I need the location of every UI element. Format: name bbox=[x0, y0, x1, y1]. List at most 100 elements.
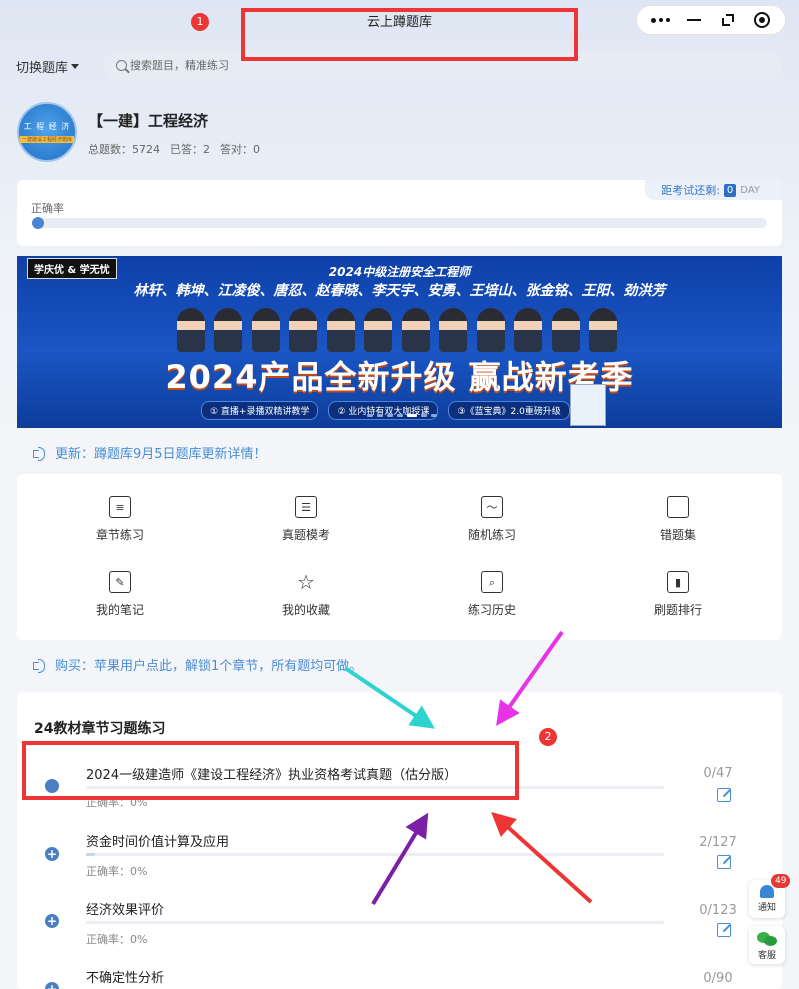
menu-random-practice[interactable]: 〜 随机练习 bbox=[432, 496, 552, 543]
menu-label: 我的笔记 bbox=[95, 603, 144, 617]
chapter-progress-bar bbox=[86, 853, 664, 856]
search-placeholder: 搜索题目，精准练习 bbox=[130, 59, 229, 72]
banner-feature: ③《蓝宝典》2.0重磅升级 bbox=[448, 401, 570, 420]
menu-wrong-questions[interactable]: 错题集 bbox=[618, 496, 738, 543]
expand-plus-icon[interactable]: + bbox=[45, 847, 59, 861]
banner-headline: 2024中级注册安全工程师 bbox=[328, 265, 471, 279]
update-notice-text: 更新：蹲题库9月5日题库更新详情！ bbox=[55, 447, 267, 462]
carousel-indicator bbox=[367, 414, 437, 417]
customer-service-button[interactable]: 客服 bbox=[749, 926, 785, 964]
chapter-row[interactable]: + 资金时间价值计算及应用 正确率：0% 2/127 bbox=[17, 820, 782, 888]
chapter-row[interactable]: + 经济效果评价 正确率：0% 0/123 bbox=[17, 888, 782, 956]
correct-count: 答对：0 bbox=[220, 143, 260, 156]
chapter-count: 2/127 bbox=[699, 835, 737, 850]
edit-icon[interactable] bbox=[717, 855, 731, 869]
chapter-count: 0/90 bbox=[703, 971, 733, 986]
menu-chapter-practice[interactable]: ≡ 章节练习 bbox=[60, 496, 180, 543]
menu-my-notes[interactable]: ✎ 我的笔记 bbox=[60, 571, 180, 618]
star-icon: ☆ bbox=[297, 570, 315, 594]
bar-chart-icon: ▮ bbox=[667, 571, 689, 593]
miniprogram-capsule bbox=[636, 5, 786, 35]
countdown-label: 距考试还剩: bbox=[661, 184, 720, 197]
bank-name: 【一建】工程经济 bbox=[88, 112, 209, 130]
countdown-unit: DAY bbox=[740, 184, 760, 196]
close-target-icon bbox=[754, 12, 770, 28]
restore-icon bbox=[722, 14, 734, 26]
chapter-count: 0/123 bbox=[699, 903, 737, 918]
switch-bank-dropdown[interactable]: 切换题库 bbox=[16, 57, 80, 76]
purchase-notice[interactable]: 购买：苹果用户点此，解锁1个章节，所有题均可做。 bbox=[33, 655, 362, 674]
chapter-accuracy: 正确率：0% bbox=[86, 933, 148, 946]
chapter-list-title: 24教材章节习题练习 bbox=[34, 721, 166, 737]
purchase-notice-text: 购买：苹果用户点此，解锁1个章节，所有题均可做。 bbox=[55, 659, 363, 674]
menu-label: 刷题排行 bbox=[653, 603, 702, 617]
countdown-value: 0 bbox=[723, 183, 737, 197]
menu-my-favorites[interactable]: ☆ 我的收藏 bbox=[246, 571, 366, 618]
avatar-subtitle: 一建建设工程经济题库 bbox=[19, 136, 74, 143]
bank-stats: 总题数：5724 已答：2 答对：0 bbox=[88, 141, 260, 157]
chapter-title: 资金时间价值计算及应用 bbox=[86, 835, 230, 850]
chapter-title: 不确定性分析 bbox=[86, 971, 165, 986]
document-list-icon: ≡ bbox=[109, 496, 131, 518]
feature-grid: ≡ 章节练习 ☰ 真题模考 〜 随机练习 错题集 ✎ 我的笔记 ☆ 我的收藏 ⌕… bbox=[17, 474, 782, 640]
answered-count: 已答：2 bbox=[170, 143, 210, 156]
search-icon bbox=[116, 59, 127, 71]
minimize-button[interactable] bbox=[679, 8, 709, 32]
caret-down-icon bbox=[71, 64, 80, 69]
accuracy-progress-bar bbox=[32, 217, 767, 229]
menu-label: 错题集 bbox=[659, 528, 696, 542]
accuracy-progress-dot bbox=[32, 217, 44, 229]
notification-button[interactable]: 49 通知 bbox=[749, 874, 791, 918]
chapter-accuracy: 正确率：0% bbox=[86, 865, 148, 878]
edit-note-icon: ✎ bbox=[109, 571, 131, 593]
accuracy-card: 距考试还剩: 0 DAY 正确率 bbox=[17, 180, 782, 246]
expand-plus-icon[interactable]: + bbox=[45, 982, 59, 989]
exam-countdown: 距考试还剩: 0 DAY bbox=[645, 180, 782, 200]
switch-bank-label: 切换题库 bbox=[16, 61, 69, 76]
banner-teacher-names: 林轩、韩坤、江凌俊、唐忍、赵春晓、李天宇、安勇、王培山、张金铭、王阳、劲洪芳 bbox=[133, 283, 666, 299]
menu-leaderboard[interactable]: ▮ 刷题排行 bbox=[618, 571, 738, 618]
restore-button[interactable] bbox=[713, 8, 743, 32]
chapter-progress-bar bbox=[86, 921, 664, 924]
annotation-box-1 bbox=[241, 8, 578, 61]
banner-feature: ② 业内特有双大咖授课 bbox=[328, 401, 439, 420]
annotation-number-1: 1 bbox=[191, 13, 209, 31]
annotation-box-2 bbox=[22, 741, 519, 800]
accuracy-label: 正确率 bbox=[31, 202, 64, 215]
edit-icon[interactable] bbox=[717, 923, 731, 937]
chart-line-icon: 〜 bbox=[481, 496, 503, 518]
banner-slogan: 2024产品全新升级 赢战新考季 bbox=[165, 358, 634, 396]
wechat-icon bbox=[757, 932, 777, 946]
edit-icon[interactable] bbox=[717, 788, 731, 802]
close-button[interactable] bbox=[747, 8, 777, 32]
update-notice[interactable]: 更新：蹲题库9月5日题库更新详情！ bbox=[33, 443, 267, 462]
banner-book-image bbox=[570, 384, 606, 426]
avatar-title: 工 程 经 济 bbox=[23, 122, 71, 131]
menu-label: 真题模考 bbox=[281, 528, 330, 542]
total-questions: 总题数：5724 bbox=[88, 143, 160, 156]
more-button[interactable] bbox=[645, 8, 675, 32]
annotation-number-2: 2 bbox=[539, 728, 557, 746]
chapter-list: 24教材章节习题练习 2024一级建造师《建设工程经济》执业资格考试真题（估分版… bbox=[17, 692, 782, 989]
history-search-icon: ⌕ bbox=[481, 571, 503, 593]
bell-icon bbox=[760, 885, 774, 898]
notification-label: 通知 bbox=[757, 903, 776, 913]
minus-icon bbox=[687, 19, 701, 21]
book-icon bbox=[667, 496, 689, 518]
menu-past-exams[interactable]: ☰ 真题模考 bbox=[246, 496, 366, 543]
banner-features: ① 直播+录播双精讲教学 ② 业内特有双大咖授课 ③《蓝宝典》2.0重磅升级 bbox=[201, 401, 570, 420]
menu-practice-history[interactable]: ⌕ 练习历史 bbox=[432, 571, 552, 618]
menu-label: 章节练习 bbox=[95, 528, 144, 542]
chapter-row[interactable]: + 不确定性分析 0/90 bbox=[17, 956, 782, 989]
speaker-icon bbox=[33, 658, 49, 673]
notification-badge: 49 bbox=[771, 874, 791, 888]
bank-avatar: 工 程 经 济 一建建设工程经济题库 bbox=[17, 102, 77, 162]
speaker-icon bbox=[33, 446, 49, 461]
chapter-count: 0/47 bbox=[703, 766, 733, 781]
menu-label: 练习历史 bbox=[467, 603, 516, 617]
chapter-title: 经济效果评价 bbox=[86, 903, 165, 918]
menu-label: 随机练习 bbox=[467, 528, 516, 542]
promo-banner[interactable]: 学庆优 & 学无忧 2024中级注册安全工程师 林轩、韩坤、江凌俊、唐忍、赵春晓… bbox=[17, 256, 782, 428]
clipboard-icon: ☰ bbox=[295, 496, 317, 518]
expand-plus-icon[interactable]: + bbox=[45, 914, 59, 928]
